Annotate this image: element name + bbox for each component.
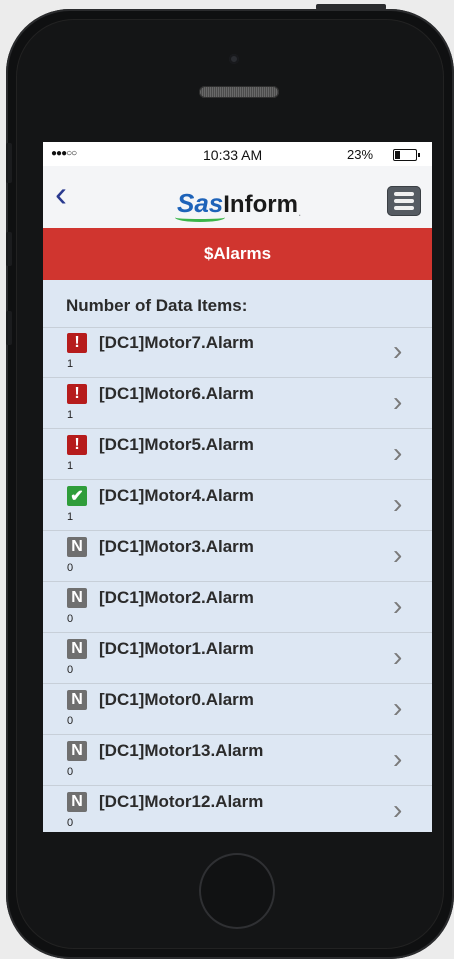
app-screen: ●●●○○ 10:33 AM 23% ‹ Sas Inform . $Alarm… <box>43 142 432 832</box>
home-button[interactable] <box>199 853 275 929</box>
list-item[interactable]: ! [DC1]Motor6.Alarm 1 › <box>43 378 432 429</box>
back-chevron-icon[interactable]: ‹ <box>55 176 67 212</box>
front-camera <box>229 54 239 64</box>
list-item-label: [DC1]Motor12.Alarm <box>99 792 264 811</box>
list-item[interactable]: N [DC1]Motor3.Alarm 0 › <box>43 531 432 582</box>
list-item-value: 1 <box>67 460 74 472</box>
list-item-label: [DC1]Motor13.Alarm <box>99 741 264 760</box>
list-item[interactable]: N [DC1]Motor12.Alarm 0 › <box>43 786 432 832</box>
list-item[interactable]: ✔ [DC1]Motor4.Alarm 1 › <box>43 480 432 531</box>
list-item-value: 0 <box>67 613 74 625</box>
status-bar: ●●●○○ 10:33 AM 23% <box>43 142 432 166</box>
chevron-right-icon: › <box>393 437 403 468</box>
volume-down-button <box>6 311 12 345</box>
chevron-right-icon: › <box>393 386 403 417</box>
list-item[interactable]: N [DC1]Motor1.Alarm 0 › <box>43 633 432 684</box>
normal-status-icon: N <box>67 639 87 659</box>
signal-strength-icon: ●●●○○ <box>51 148 77 159</box>
normal-status-icon: N <box>67 690 87 710</box>
chevron-right-icon: › <box>393 743 403 774</box>
alarm-icon: ! <box>67 333 87 353</box>
alarm-icon: ! <box>67 384 87 404</box>
list-item-label: [DC1]Motor5.Alarm <box>99 435 254 454</box>
list-item-label: [DC1]Motor6.Alarm <box>99 384 254 403</box>
list-item[interactable]: N [DC1]Motor2.Alarm 0 › <box>43 582 432 633</box>
list-item-value: 0 <box>67 766 74 778</box>
alarm-icon: ! <box>67 435 87 455</box>
list-item-value: 1 <box>67 511 74 523</box>
normal-status-icon: N <box>67 537 87 557</box>
battery-icon <box>393 149 420 161</box>
sasinform-logo: Sas Inform . <box>175 179 302 222</box>
list-item[interactable]: N [DC1]Motor0.Alarm 0 › <box>43 684 432 735</box>
page-title-bar: $Alarms <box>43 228 432 280</box>
check-icon: ✔ <box>67 486 87 506</box>
status-time: 10:33 AM <box>203 147 263 163</box>
list-item-label: [DC1]Motor2.Alarm <box>99 588 254 607</box>
alarm-list: ! [DC1]Motor7.Alarm 1 ›! [DC1]Motor6.Alarm 1 ›… <box>43 327 432 832</box>
list-item[interactable]: ! [DC1]Motor5.Alarm 1 › <box>43 429 432 480</box>
list-item-value: 1 <box>67 358 74 370</box>
mute-switch <box>6 143 12 183</box>
list-item-label: [DC1]Motor7.Alarm <box>99 333 254 352</box>
list-item[interactable]: ! [DC1]Motor7.Alarm 1 › <box>43 327 432 378</box>
list-item-value: 0 <box>67 715 74 727</box>
normal-status-icon: N <box>67 741 87 761</box>
sleep-button <box>316 4 386 10</box>
list-item-label: [DC1]Motor0.Alarm <box>99 690 254 709</box>
list-item-label: [DC1]Motor4.Alarm <box>99 486 254 505</box>
list-item[interactable]: N [DC1]Motor13.Alarm 0 › <box>43 735 432 786</box>
page-title: $Alarms <box>203 244 272 263</box>
chevron-right-icon: › <box>393 488 403 519</box>
chevron-right-icon: › <box>393 335 403 366</box>
chevron-right-icon: › <box>393 590 403 621</box>
list-header: Number of Data Items: <box>43 280 432 328</box>
chevron-right-icon: › <box>393 692 403 723</box>
list-item-value: 1 <box>67 409 74 421</box>
list-item-value: 0 <box>67 562 74 574</box>
logo-dot: . <box>297 205 302 219</box>
battery-percent: 23% <box>347 147 374 162</box>
earpiece-speaker <box>199 86 279 98</box>
list-item-label: [DC1]Motor3.Alarm <box>99 537 254 556</box>
volume-up-button <box>6 232 12 266</box>
app-header: ‹ Sas Inform . <box>43 166 432 228</box>
logo-inform: Inform <box>223 191 298 218</box>
list-item-value: 0 <box>67 817 74 829</box>
chevron-right-icon: › <box>393 794 403 825</box>
list-item-label: [DC1]Motor1.Alarm <box>99 639 254 658</box>
chevron-right-icon: › <box>393 641 403 672</box>
normal-status-icon: N <box>67 792 87 812</box>
list-item-value: 0 <box>67 664 74 676</box>
list-header-label: Number of Data Items: <box>66 296 248 315</box>
menu-icon[interactable] <box>387 186 421 216</box>
chevron-right-icon: › <box>393 539 403 570</box>
normal-status-icon: N <box>67 588 87 608</box>
logo-sas: Sas <box>175 188 226 222</box>
